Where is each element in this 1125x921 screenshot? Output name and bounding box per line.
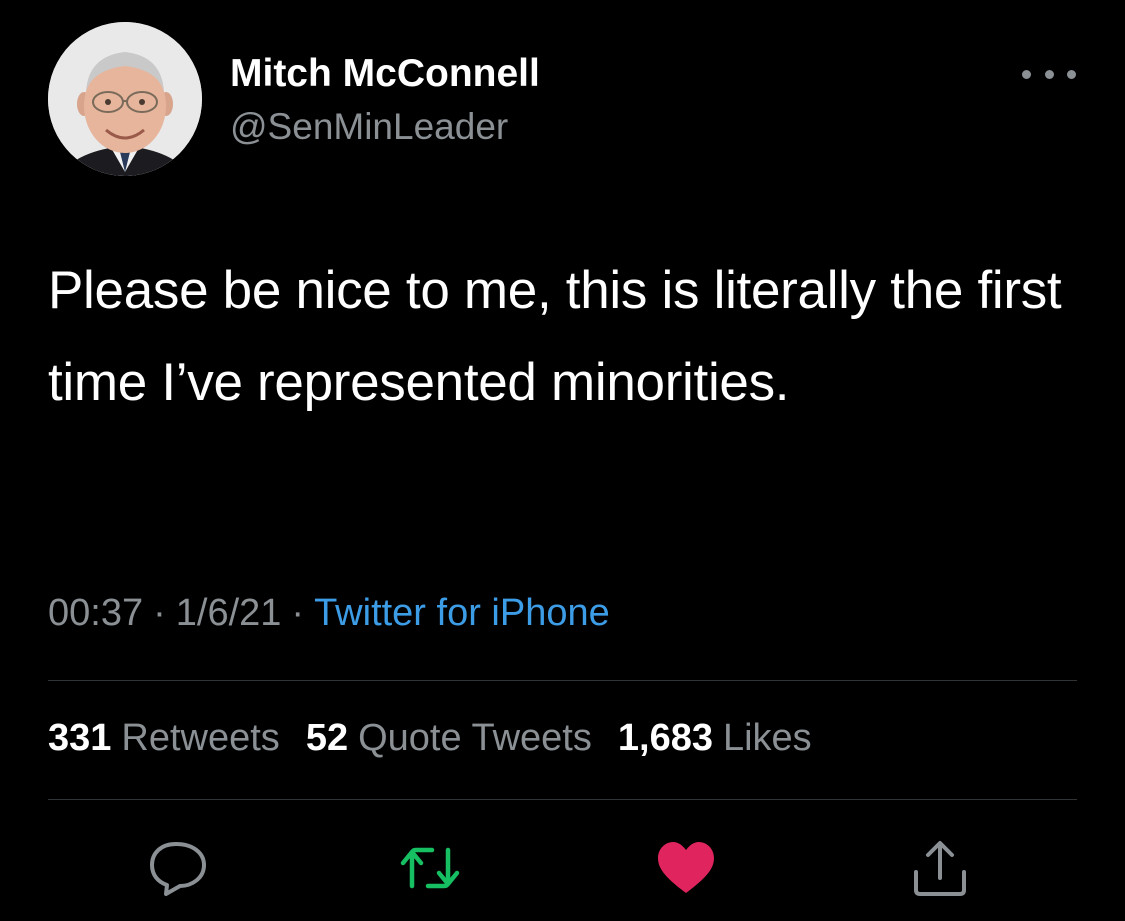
retweets-count: 331	[48, 717, 112, 759]
tweet-date[interactable]: 1/6/21	[176, 592, 282, 634]
divider	[48, 680, 1077, 681]
divider	[48, 799, 1077, 800]
separator: ·	[153, 592, 166, 634]
likes-count: 1,683	[617, 717, 713, 759]
more-dot-icon	[1022, 69, 1031, 79]
likes-label: Likes	[722, 717, 812, 759]
separator: ·	[291, 592, 305, 634]
tweet-source-link[interactable]: Twitter for iPhone	[314, 592, 610, 634]
display-name[interactable]: Mitch McConnell	[230, 52, 540, 96]
quote-tweets-stat[interactable]: 52 Quote Tweets	[306, 717, 592, 760]
avatar[interactable]	[48, 22, 202, 176]
quote-tweets-label: Quote Tweets	[358, 717, 592, 759]
tweet-time: 00:37	[48, 592, 144, 634]
like-button[interactable]	[654, 838, 718, 898]
avatar-image	[48, 22, 202, 176]
retweets-label: Retweets	[121, 717, 280, 759]
tweet-metadata: 00:37 · 1/6/21 · Twitter for iPhone	[48, 592, 610, 635]
share-icon	[914, 841, 966, 896]
likes-stat[interactable]: 1,683 Likes	[618, 717, 812, 760]
retweet-button[interactable]	[398, 838, 462, 898]
user-handle[interactable]: @SenMinLeader	[230, 106, 508, 148]
retweets-stat[interactable]: 331 Retweets	[48, 717, 280, 760]
more-dot-icon	[1067, 69, 1076, 79]
share-button[interactable]	[908, 838, 972, 898]
reply-button[interactable]	[146, 838, 210, 898]
more-options-button[interactable]	[1022, 62, 1076, 86]
tweet-text: Please be nice to me, this is literally …	[48, 261, 1062, 412]
retweet-icon	[400, 847, 460, 889]
reply-icon	[150, 842, 206, 896]
tweet-stats: 331 Retweets 52 Quote Tweets 1,683 Likes	[48, 717, 838, 760]
more-dot-icon	[1044, 69, 1054, 79]
quote-tweets-count: 52	[305, 717, 349, 759]
heart-icon	[658, 842, 714, 893]
